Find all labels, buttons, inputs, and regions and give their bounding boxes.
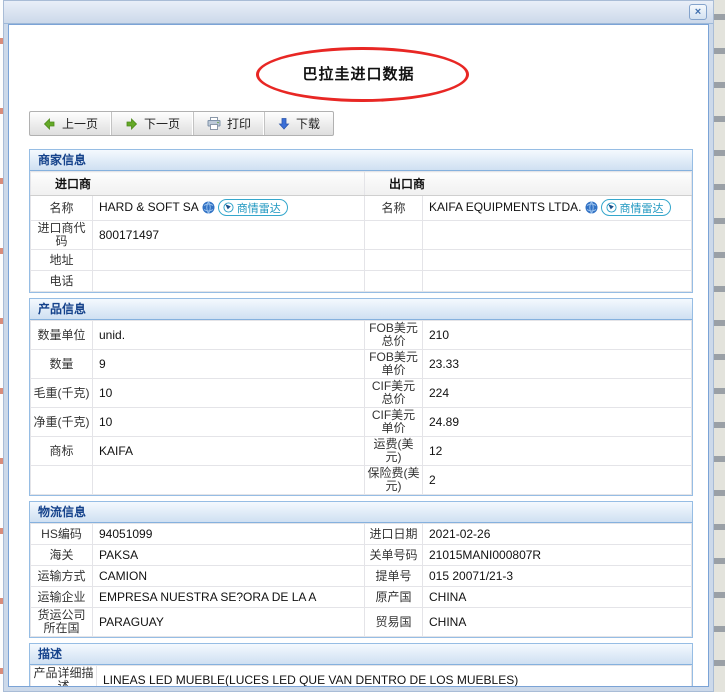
- table-row: 数量单位 unid. FOB美元总价 210: [30, 320, 692, 350]
- table-row: HS编码 94051099 进口日期 2021-02-26: [30, 523, 692, 545]
- importer-header: 进口商: [29, 171, 366, 196]
- table-row: 运输企业 EMPRESA NUESTRA SE?ORA DE LA A 原产国 …: [30, 586, 692, 608]
- logistics-table: HS编码 94051099 进口日期 2021-02-26 海关 PAKSA 关…: [30, 523, 692, 637]
- table-row: 产品详细描述 LINEAS LED MUEBLE(LUCES LED QUE V…: [30, 665, 692, 686]
- table-row: 进口商代码 800171497: [30, 220, 692, 250]
- arrow-left-icon: [43, 117, 56, 130]
- prev-page-button[interactable]: 上一页: [30, 112, 113, 135]
- section-header-merchant: 商家信息: [30, 150, 692, 171]
- globe-icon[interactable]: [585, 201, 598, 217]
- table-row: 货运公司所在国 PARAGUAY 贸易国 CHINA: [30, 607, 692, 637]
- exporter-header: 出口商: [364, 171, 692, 196]
- exporter-name: KAIFA EQUIPMENTS LTDA.: [429, 200, 582, 214]
- product-table: 数量单位 unid. FOB美元总价 210 数量 9 FOB美元单价 23.3…: [30, 320, 692, 495]
- table-row: 地址: [30, 249, 692, 271]
- merchant-table: 进口商 出口商 名称 HARD & SOFT SA 商情雷达 名称 KAIFA E…: [29, 171, 692, 292]
- importer-phone: [91, 270, 366, 292]
- table-row: 名称 HARD & SOFT SA 商情雷达 名称 KAIFA EQUIPMENT…: [30, 195, 692, 221]
- red-highlight-ellipse: [256, 46, 469, 102]
- radar-icon: [223, 202, 234, 213]
- table-row: 商标 KAIFA 运费(美元) 12: [30, 436, 692, 466]
- section-header-product: 产品信息: [30, 299, 692, 320]
- globe-icon[interactable]: [202, 201, 215, 217]
- printer-icon: [207, 117, 221, 130]
- title-row: 巴拉圭进口数据: [9, 46, 708, 102]
- arrow-down-icon: [278, 117, 290, 130]
- table-row: 电话: [30, 270, 692, 292]
- close-icon[interactable]: ×: [689, 4, 707, 20]
- section-merchant-info: 商家信息 进口商 出口商 名称 HARD & SOFT SA 商情雷达 名称 K…: [29, 149, 693, 293]
- arrow-right-icon: [125, 117, 138, 130]
- description-table: 产品详细描述 LINEAS LED MUEBLE(LUCES LED QUE V…: [30, 665, 692, 686]
- print-button[interactable]: 打印: [194, 112, 266, 135]
- table-row: 净重(千克) 10 CIF美元单价 24.89: [30, 407, 692, 437]
- radar-icon: [605, 202, 617, 213]
- background-page-right-edge: [713, 0, 725, 692]
- import-data-dialog: × 巴拉圭进口数据 上一页 下一页 打印 下载 商家信息 进口商 出口商 名称 …: [3, 0, 714, 692]
- dialog-content: 巴拉圭进口数据 上一页 下一页 打印 下载 商家信息 进口商 出口商 名称 HA…: [8, 24, 709, 687]
- section-logistics-info: 物流信息 HS编码 94051099 进口日期 2021-02-26 海关 PA…: [29, 501, 693, 638]
- next-page-button[interactable]: 下一页: [112, 112, 195, 135]
- section-description: 描述 产品详细描述 LINEAS LED MUEBLE(LUCES LED QU…: [29, 643, 693, 686]
- table-row: 海关 PAKSA 关单号码 21015MANI000807R: [30, 544, 692, 566]
- table-row: 保险费(美元) 2: [30, 465, 692, 495]
- table-row: 毛重(千克) 10 CIF美元总价 224: [30, 378, 692, 408]
- table-row: 运输方式 CAMION 提单号 015 20071/21-3: [30, 565, 692, 587]
- pager-toolbar: 上一页 下一页 打印 下载: [29, 111, 335, 136]
- section-header-description: 描述: [30, 644, 692, 665]
- dialog-titlebar: [4, 1, 713, 24]
- download-button[interactable]: 下载: [265, 112, 333, 135]
- importer-name: HARD & SOFT SA: [99, 200, 199, 214]
- importer-address: [91, 249, 366, 271]
- section-product-info: 产品信息 数量单位 unid. FOB美元总价 210 数量 9 FOB美元单价…: [29, 298, 693, 496]
- business-radar-badge[interactable]: 商情雷达: [217, 199, 288, 216]
- business-radar-badge[interactable]: 商情雷达: [600, 199, 671, 216]
- table-row: 数量 9 FOB美元单价 23.33: [30, 349, 692, 379]
- section-header-logistics: 物流信息: [30, 502, 692, 523]
- product-description: LINEAS LED MUEBLE(LUCES LED QUE VAN DENT…: [96, 665, 692, 686]
- importer-code: 800171497: [91, 220, 366, 250]
